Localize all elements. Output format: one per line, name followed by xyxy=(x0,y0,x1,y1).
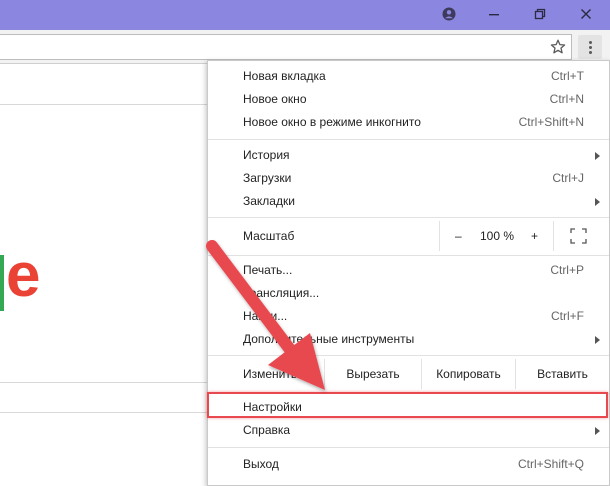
arrow-shaft xyxy=(206,240,304,366)
annotation-arrow-icon xyxy=(206,240,325,390)
arrow-head xyxy=(268,333,325,390)
